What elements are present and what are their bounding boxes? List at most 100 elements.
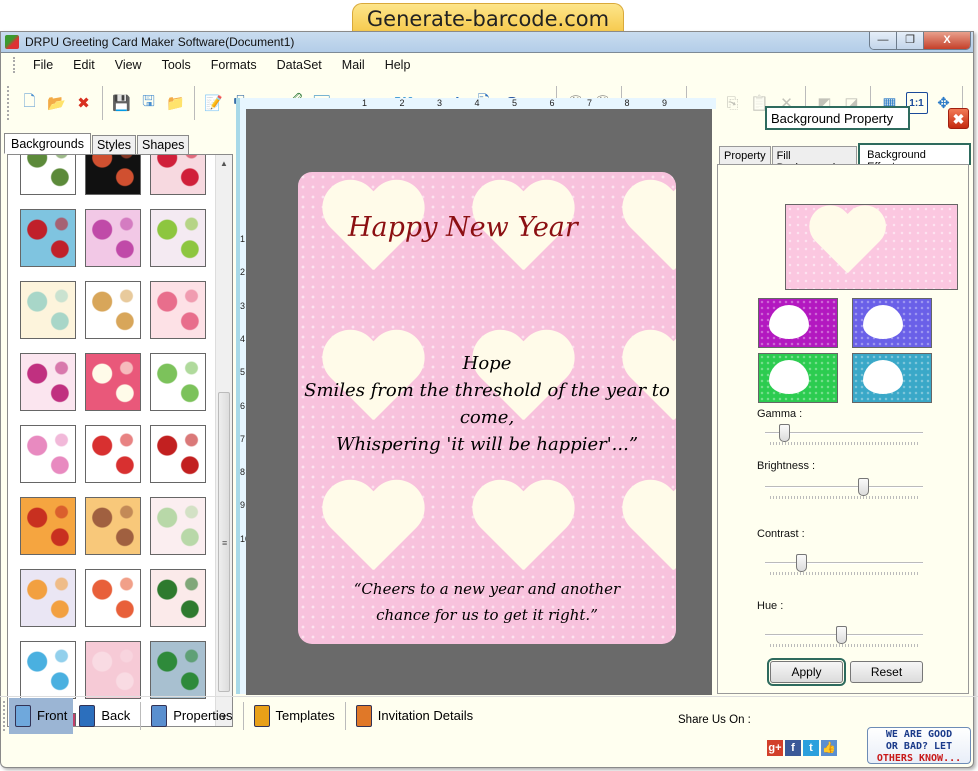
background-thumbnail-red-flower[interactable]: [150, 425, 206, 483]
templates-button[interactable]: Templates: [248, 698, 341, 734]
background-thumbnail-stars[interactable]: [20, 641, 76, 699]
menu-view[interactable]: View: [105, 54, 152, 76]
close-document-icon[interactable]: ✖: [73, 92, 95, 114]
minimize-button[interactable]: —: [870, 32, 897, 49]
tab-fill-background[interactable]: Fill Background: [771, 146, 858, 174]
background-thumbnail-pink-lilies[interactable]: [150, 209, 206, 267]
contrast-slider[interactable]: [765, 554, 923, 578]
background-thumbnail-christmas-snowmen[interactable]: [150, 641, 206, 699]
background-thumbnail-bunnies[interactable]: [150, 353, 206, 411]
ruler-label: 8: [240, 467, 246, 478]
menu-file[interactable]: File: [23, 54, 63, 76]
effect-preset-green[interactable]: [758, 353, 838, 403]
effect-preset-violet[interactable]: [852, 298, 932, 348]
tab-background-effects[interactable]: Background Effects: [858, 143, 971, 173]
background-thumbnail-heart-bears[interactable]: [85, 353, 141, 411]
rate-line: OR BAD? LET: [885, 741, 953, 752]
slider-knob[interactable]: [796, 554, 808, 572]
background-thumbnail-red-hearts[interactable]: [150, 155, 206, 195]
design-canvas[interactable]: Happy New Year Hope Smiles from the thre…: [246, 109, 712, 695]
slider-knob[interactable]: [835, 626, 847, 644]
card-title[interactable]: Happy New Year: [298, 212, 676, 243]
facebook-icon[interactable]: f: [785, 740, 801, 756]
background-thumbnail-pink-bubbles[interactable]: [85, 209, 141, 267]
tab-styles[interactable]: Styles: [91, 135, 137, 154]
menu-mail[interactable]: Mail: [332, 54, 375, 76]
card-quote[interactable]: “Cheers to a new year and another chance…: [298, 576, 676, 628]
properties-button[interactable]: Properties: [145, 698, 238, 734]
background-thumbnail-autumn-butterflies[interactable]: [20, 497, 76, 555]
backgrounds-scrollbar[interactable]: ▲ ≡ ▼: [215, 155, 232, 726]
slider-knob[interactable]: [778, 424, 790, 442]
front-button[interactable]: Front: [9, 697, 74, 734]
background-thumbnail-fireworks[interactable]: [85, 155, 141, 195]
back-icon: [79, 704, 96, 727]
background-thumbnail-white-hearts-bows[interactable]: [85, 425, 141, 483]
background-thumbnail-hearts-butterflies[interactable]: [20, 353, 76, 411]
reset-button[interactable]: Reset: [850, 661, 923, 683]
invitation-details-button[interactable]: Invitation Details: [350, 698, 479, 734]
menu-tools[interactable]: Tools: [152, 54, 201, 76]
background-thumbnail-cherries[interactable]: [150, 569, 206, 627]
close-button[interactable]: X: [924, 32, 970, 49]
slider-ticks: [770, 644, 918, 647]
templates-label: Templates: [275, 708, 335, 723]
hue-slider[interactable]: [765, 626, 923, 650]
left-panel-tabs: Backgrounds Styles Shapes: [4, 133, 233, 154]
apply-button[interactable]: Apply: [767, 658, 846, 686]
rate-us-badge[interactable]: WE ARE GOOD OR BAD? LET OTHERS KNOW...: [867, 727, 971, 764]
background-thumbnail-kids-rainbows[interactable]: [20, 425, 76, 483]
background-thumbnail-green-leaves[interactable]: [20, 155, 76, 195]
gamma-slider[interactable]: [765, 424, 923, 448]
back-label: Back: [101, 708, 131, 723]
like-icon[interactable]: 👍: [821, 740, 837, 756]
backgrounds-grid: [20, 155, 206, 726]
new-icon[interactable]: 🗋: [19, 92, 41, 114]
ruler-label: 5: [512, 98, 518, 108]
app-icon: [5, 35, 19, 49]
panel-close-icon[interactable]: ✖: [948, 108, 969, 129]
menu-dataset[interactable]: DataSet: [267, 54, 332, 76]
scroll-thumb[interactable]: ≡: [218, 392, 230, 692]
greeting-card[interactable]: Happy New Year Hope Smiles from the thre…: [298, 172, 676, 644]
save-as-icon[interactable]: 🖫: [138, 92, 160, 114]
horizontal-ruler: 1 2 3 4 5 6 7 8 9: [240, 98, 716, 109]
open-icon[interactable]: 📂: [46, 92, 68, 114]
export-icon[interactable]: 📁: [165, 92, 187, 114]
properties-icon: [151, 704, 168, 727]
menu-formats[interactable]: Formats: [201, 54, 267, 76]
background-thumbnail-daisies[interactable]: [20, 569, 76, 627]
tab-property[interactable]: Property: [719, 146, 771, 165]
bottom-separator: [344, 701, 346, 730]
card-heart-pattern: [618, 482, 676, 582]
background-thumbnail-teddy-bear[interactable]: [85, 281, 141, 339]
ruler-label: 9: [240, 500, 246, 511]
background-thumbnail-pastel-stripes[interactable]: [20, 281, 76, 339]
background-thumbnail-pink-dress[interactable]: [150, 281, 206, 339]
site-banner: Generate-barcode.com: [352, 3, 624, 33]
brightness-slider[interactable]: [765, 478, 923, 502]
google-plus-icon[interactable]: g+: [767, 740, 783, 756]
menu-edit[interactable]: Edit: [63, 54, 105, 76]
menu-help[interactable]: Help: [375, 54, 421, 76]
back-button[interactable]: Back: [73, 698, 136, 734]
tab-backgrounds[interactable]: Backgrounds: [4, 133, 91, 154]
properties-icon[interactable]: 📝: [203, 92, 225, 114]
scroll-up-arrow[interactable]: ▲: [216, 155, 232, 172]
background-thumbnail-pink-texture[interactable]: [85, 641, 141, 699]
background-thumbnail-party-gifts[interactable]: [85, 569, 141, 627]
bottom-separator: [140, 701, 142, 730]
bottom-bar-grip: [3, 700, 6, 731]
ruler-label: 8: [624, 98, 630, 108]
card-poem[interactable]: Hope Smiles from the threshold of the ye…: [298, 350, 676, 458]
twitter-icon[interactable]: t: [803, 740, 819, 756]
background-thumbnail-baby-bear-card[interactable]: [85, 497, 141, 555]
slider-knob[interactable]: [857, 478, 869, 496]
effect-preset-magenta[interactable]: [758, 298, 838, 348]
save-icon[interactable]: 💾: [111, 92, 133, 114]
tab-shapes[interactable]: Shapes: [137, 135, 190, 154]
restore-button[interactable]: ❐: [897, 32, 924, 49]
effect-preset-teal[interactable]: [852, 353, 932, 403]
background-thumbnail-floral-lace[interactable]: [150, 497, 206, 555]
background-thumbnail-santa-gifts[interactable]: [20, 209, 76, 267]
